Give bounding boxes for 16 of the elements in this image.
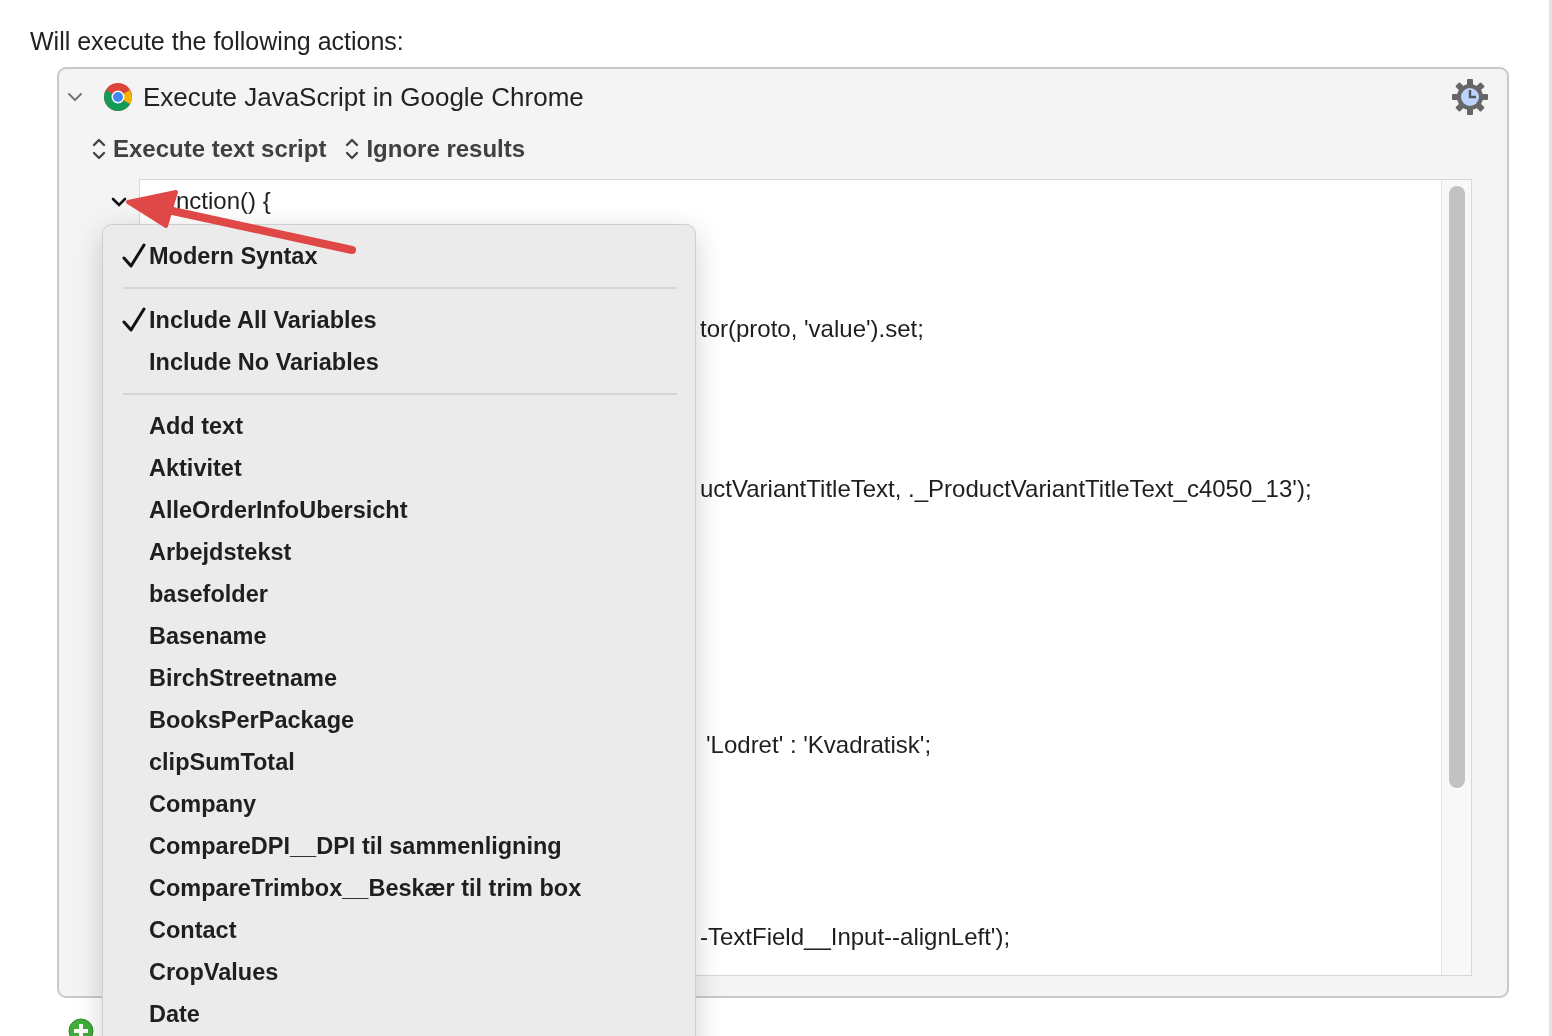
code-line: 'Lodret' : 'Kvadratisk'; — [706, 730, 932, 760]
gear-clock-icon[interactable] — [1451, 78, 1489, 116]
code-line: nction() { — [176, 186, 271, 216]
action-title: Execute JavaScript in Google Chrome — [143, 81, 585, 113]
code-line: -TextField__Input--alignLeft'); — [700, 922, 1011, 952]
code-line: tor(proto, 'value').set; — [700, 314, 924, 344]
chrome-icon — [101, 80, 135, 114]
code-line: uctVariantTitleText, ._ProductVariantTitleText_c4050_13'); — [700, 474, 1312, 504]
popup-button[interactable]: Ignore results — [344, 135, 526, 163]
menu-item[interactable]: Date — [103, 993, 695, 1035]
intro-text: Will execute the following actions: — [30, 26, 404, 56]
chevron-icon[interactable] — [67, 91, 83, 103]
up-down-chevron-icon — [344, 136, 361, 162]
scrollbar-thumb[interactable] — [1449, 186, 1465, 788]
up-down-chevron-icon — [91, 136, 107, 162]
popup-button[interactable]: Execute text script — [91, 135, 327, 163]
